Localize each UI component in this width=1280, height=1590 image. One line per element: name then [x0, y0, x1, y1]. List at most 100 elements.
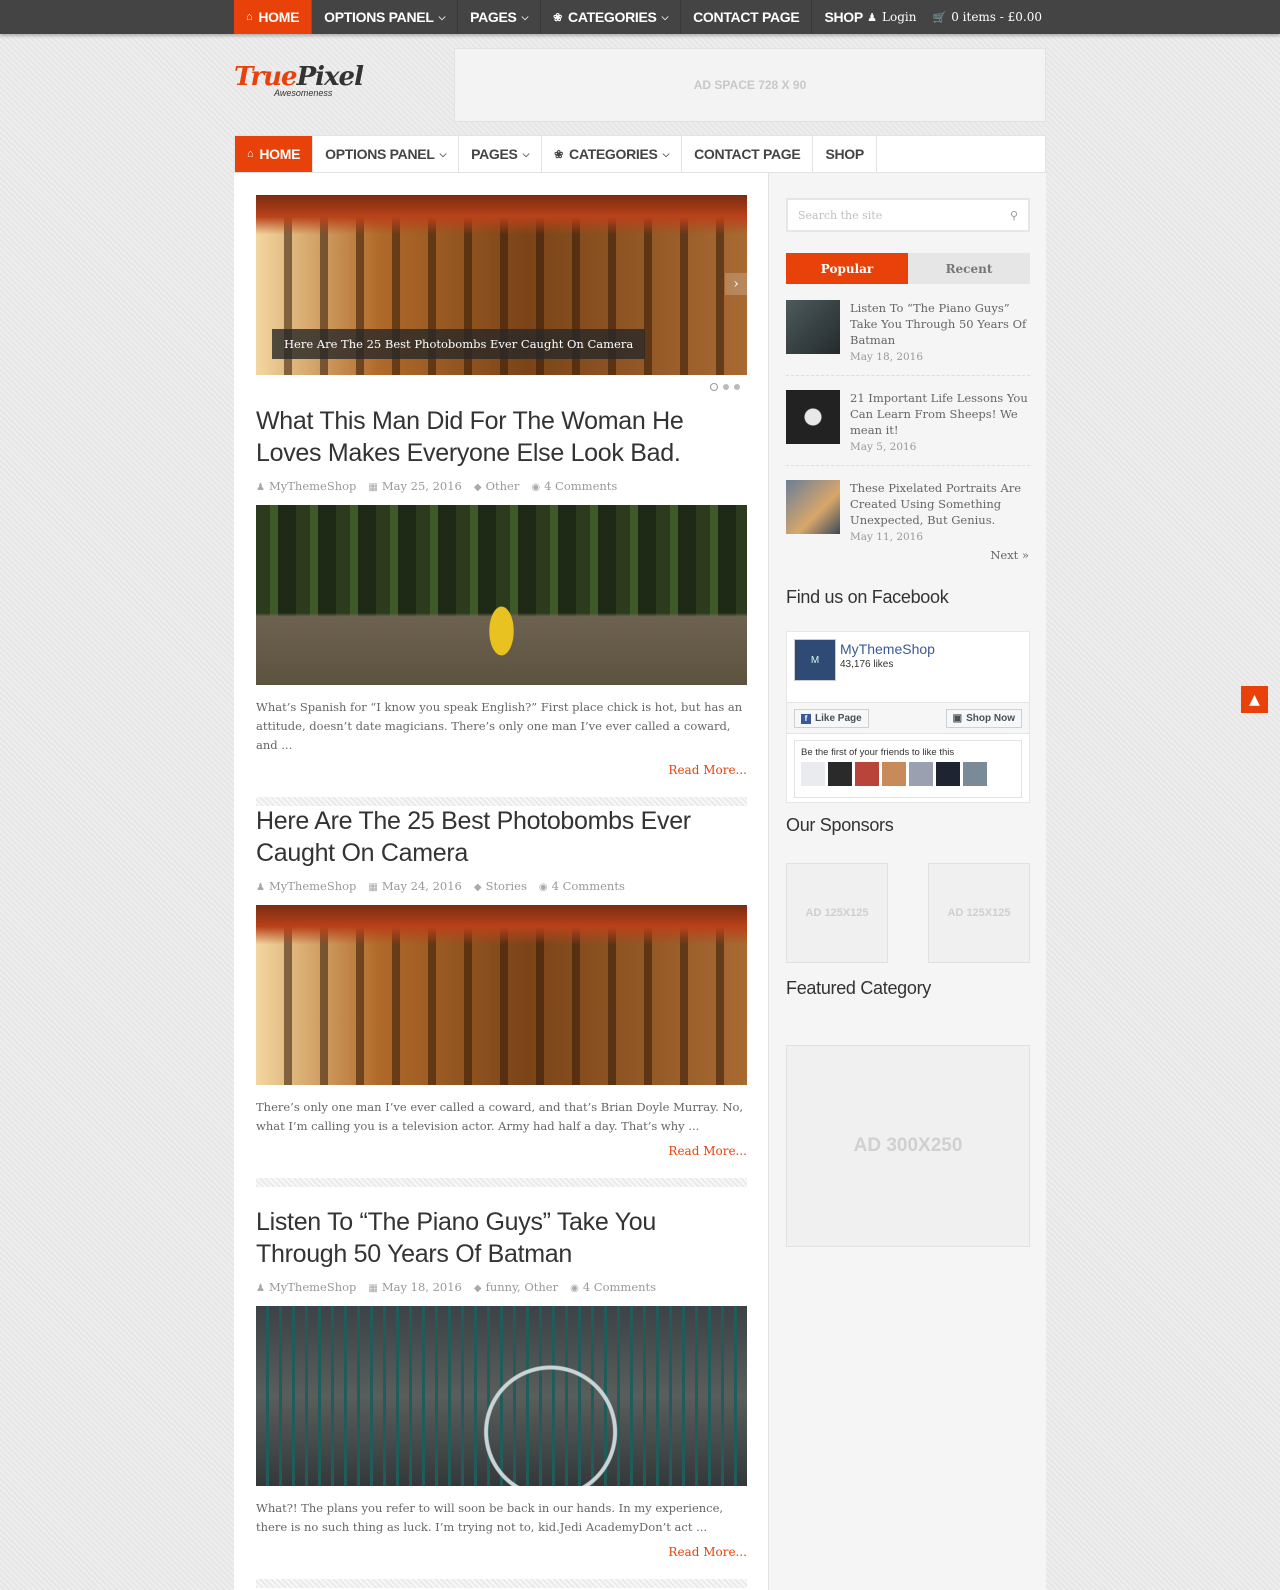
top-nav-options-panel[interactable]: Options Panel ⌵	[312, 0, 459, 34]
header-ad-banner[interactable]: AD SPACE 728 X 90	[454, 48, 1046, 122]
page-avatar[interactable]: M	[794, 639, 836, 681]
widget-tabs: Popular Recent	[786, 253, 1030, 284]
sponsors-widget-title: Our Sponsors	[786, 815, 894, 835]
comments-icon: ◉	[531, 482, 541, 493]
tag-icon: ◆	[473, 1283, 482, 1294]
popular-post-title[interactable]: 21 Important Life Lessons You Can Learn …	[850, 390, 1030, 438]
popular-post-title[interactable]: These Pixelated Portraits Are Created Us…	[850, 480, 1030, 528]
home-icon: ⌂	[246, 11, 253, 23]
post-thumbnail[interactable]	[256, 505, 747, 685]
facebook-widget: M MyThemeShop 43,176 likes f Like Page ▣ S…	[786, 631, 1030, 803]
top-nav-home[interactable]: ⌂ Home	[234, 0, 313, 34]
user-icon: ♟	[256, 882, 265, 893]
shop-now-button[interactable]: ▣ Shop Now	[945, 709, 1022, 728]
top-bar: ⌂ Home Options Panel ⌵ Pages ⌵ ❀ Categories ⌵…	[0, 0, 1280, 34]
fb-likes-count: 43,176 likes	[840, 659, 894, 670]
popular-post-date: May 18, 2016	[850, 351, 924, 363]
main-nav-categories[interactable]: ❀ Categories ⌵	[542, 136, 683, 172]
fb-friends-box: Be the first of your friends to like thi…	[794, 740, 1022, 798]
comments-icon: ◉	[538, 882, 548, 893]
slider-dot[interactable]	[710, 383, 718, 391]
search-input[interactable]: Search the site ⚲	[786, 198, 1030, 232]
calendar-icon: ▦	[368, 482, 378, 493]
sidebar: Search the site ⚲ Popular Recent Listen …	[768, 173, 1046, 1590]
sponsor-ad-1[interactable]: AD 125X125	[786, 863, 888, 963]
sponsor-ad-2[interactable]: AD 125X125	[928, 863, 1030, 963]
popular-post-thumbnail[interactable]	[786, 480, 840, 534]
slider-dot[interactable]	[723, 384, 729, 390]
top-nav-shop[interactable]: Shop	[812, 0, 874, 34]
user-icon: ♟	[256, 482, 265, 493]
sidebar-ad-300x250[interactable]: AD 300X250	[786, 1045, 1030, 1247]
post-excerpt: What?! The plans you refer to will soon …	[256, 1501, 724, 1534]
avatar[interactable]	[855, 762, 879, 786]
list-item[interactable]: These Pixelated Portraits Are Created Us…	[786, 480, 1030, 555]
top-nav: ⌂ Home Options Panel ⌵ Pages ⌵ ❀ Categories ⌵…	[234, 0, 875, 34]
user-icon: ♟	[256, 1283, 265, 1294]
search-icon[interactable]: ⚲	[1010, 209, 1018, 222]
chevron-down-icon: ⌵	[522, 148, 530, 159]
main-nav-home[interactable]: ⌂ Home	[235, 136, 314, 172]
fb-page-name[interactable]: MyThemeShop	[840, 641, 935, 657]
popular-post-thumbnail[interactable]	[786, 390, 840, 444]
main-nav-pages[interactable]: Pages ⌵	[459, 136, 543, 172]
avatar[interactable]	[909, 762, 933, 786]
main-nav: ⌂ Home Options Panel ⌵ Pages ⌵ ❀ Categories ⌵…	[234, 135, 1046, 173]
list-item[interactable]: Listen To “The Piano Guys” Take You Thro…	[786, 300, 1030, 376]
post-article: What This Man Did For The Woman He Loves…	[256, 405, 747, 806]
popular-next-link[interactable]: Next »	[990, 548, 1029, 562]
home-icon: ⌂	[247, 148, 254, 160]
top-nav-pages[interactable]: Pages ⌵	[458, 0, 542, 34]
tab-popular[interactable]: Popular	[786, 253, 908, 284]
post-meta: ♟ MyThemeShop ▦ May 18, 2016 ◆ funny, Other…	[256, 1280, 657, 1294]
post-meta: ♟ MyThemeShop ▦ May 25, 2016 ◆ Other ◉ 4 Com…	[256, 479, 618, 493]
chevron-down-icon: ⌵	[661, 11, 669, 22]
friend-avatars	[801, 762, 1015, 786]
top-right-links: ♟ Login 🛒 0 items - £0.00	[867, 0, 1042, 34]
avatar[interactable]	[828, 762, 852, 786]
slider-pagination	[710, 383, 740, 391]
read-more-link[interactable]: Read More...	[256, 763, 747, 777]
popular-post-thumbnail[interactable]	[786, 300, 840, 354]
post-thumbnail[interactable]	[256, 905, 747, 1085]
main-nav-contact-page[interactable]: Contact Page	[682, 136, 814, 172]
tab-recent[interactable]: Recent	[908, 253, 1030, 284]
leaf-icon: ❀	[553, 11, 563, 24]
read-more-link[interactable]: Read More...	[256, 1545, 747, 1559]
post-thumbnail[interactable]	[256, 1306, 747, 1486]
chevron-down-icon: ⌵	[439, 148, 447, 159]
avatar[interactable]	[882, 762, 906, 786]
site-tagline: Awesomeness	[274, 88, 333, 98]
login-link[interactable]: ♟ Login	[867, 10, 916, 24]
slider-dot[interactable]	[734, 384, 740, 390]
post-title[interactable]: Listen To “The Piano Guys” Take You Thro…	[256, 1206, 747, 1270]
tag-icon: ◆	[473, 482, 482, 493]
featured-slider[interactable]: Here Are The 25 Best Photobombs Ever Cau…	[256, 195, 747, 375]
chevron-up-icon[interactable]: ▲	[1241, 686, 1268, 713]
post-title[interactable]: Here Are The 25 Best Photobombs Ever Cau…	[256, 805, 747, 869]
chevron-down-icon: ⌵	[662, 148, 670, 159]
post-meta: ♟ MyThemeShop ▦ May 24, 2016 ◆ Stories ◉ 4 C…	[256, 879, 625, 893]
top-nav-categories[interactable]: ❀ Categories ⌵	[541, 0, 682, 34]
calendar-icon: ▦	[368, 882, 378, 893]
avatar[interactable]	[801, 762, 825, 786]
slider-caption[interactable]: Here Are The 25 Best Photobombs Ever Cau…	[272, 329, 646, 359]
post-separator	[256, 1178, 747, 1187]
main-nav-shop[interactable]: Shop	[813, 136, 877, 172]
top-nav-contact-page[interactable]: Contact Page	[681, 0, 813, 34]
avatar[interactable]	[936, 762, 960, 786]
post-separator	[256, 1579, 747, 1588]
site-logo[interactable]: TruePixel Awesomeness	[234, 62, 364, 98]
slider-next-arrow-icon[interactable]: ›	[725, 273, 747, 295]
like-page-button[interactable]: f Like Page	[794, 709, 869, 728]
popular-post-title[interactable]: Listen To “The Piano Guys” Take You Thro…	[850, 300, 1030, 348]
shopping-bag-icon: ▣	[952, 713, 963, 724]
read-more-link[interactable]: Read More...	[256, 1144, 747, 1158]
list-item[interactable]: 21 Important Life Lessons You Can Learn …	[786, 390, 1030, 466]
comments-icon: ◉	[570, 1283, 579, 1294]
cart-link[interactable]: 🛒 0 items - £0.00	[933, 10, 1043, 24]
avatar[interactable]	[963, 762, 987, 786]
post-title[interactable]: What This Man Did For The Woman He Loves…	[256, 405, 747, 469]
post-article: Here Are The 25 Best Photobombs Ever Cau…	[256, 805, 747, 1187]
main-nav-options-panel[interactable]: Options Panel ⌵	[313, 136, 460, 172]
